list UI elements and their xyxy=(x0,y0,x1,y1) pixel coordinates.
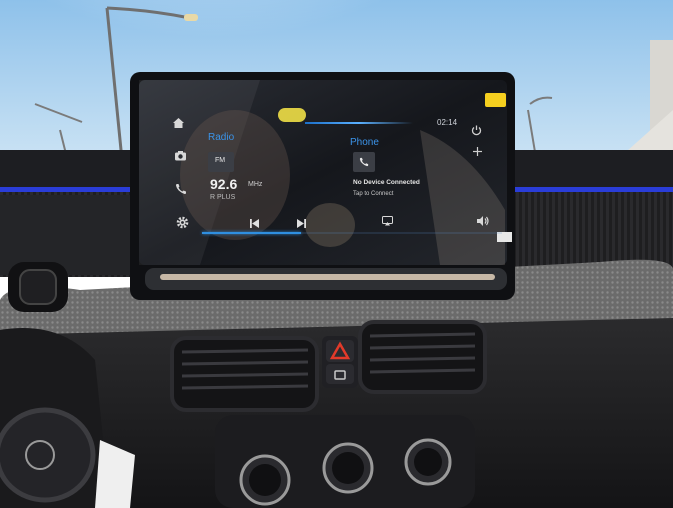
settings-icon[interactable] xyxy=(176,214,189,233)
plus-icon[interactable] xyxy=(473,141,482,160)
volume-icon[interactable] xyxy=(477,211,489,230)
home-icon[interactable] xyxy=(172,114,185,133)
camera-icon[interactable] xyxy=(174,146,187,165)
radio-title[interactable]: Radio xyxy=(208,132,234,143)
status-time: 02:14 xyxy=(437,118,458,127)
phone-title[interactable]: Phone xyxy=(350,137,379,148)
screen-mirror-icon[interactable] xyxy=(382,211,393,230)
frequency-unit: MHz xyxy=(248,181,263,188)
radio-frequency: 92.6 xyxy=(210,176,238,192)
phone-tile[interactable] xyxy=(353,152,375,172)
next-track-icon[interactable] xyxy=(297,213,306,232)
radio-progress-fill xyxy=(202,232,301,234)
phone-status: No Device Connected xyxy=(353,179,420,186)
previous-track-icon[interactable] xyxy=(250,213,259,232)
top-accent-line xyxy=(305,122,413,124)
phone-icon[interactable] xyxy=(175,180,187,199)
power-icon[interactable] xyxy=(471,121,482,140)
fm-band-tile[interactable]: FM xyxy=(208,152,234,172)
infotainment-ui: 02:14 Radio FM 92.6 MHz R PLUS Phone No … xyxy=(0,0,673,508)
phone-connect-action[interactable]: Tap to Connect xyxy=(353,191,393,197)
fm-band-label: FM xyxy=(215,157,226,164)
phone-tile-icon xyxy=(359,157,369,167)
radio-progress-track xyxy=(202,232,502,234)
station-name: R PLUS xyxy=(210,194,236,201)
